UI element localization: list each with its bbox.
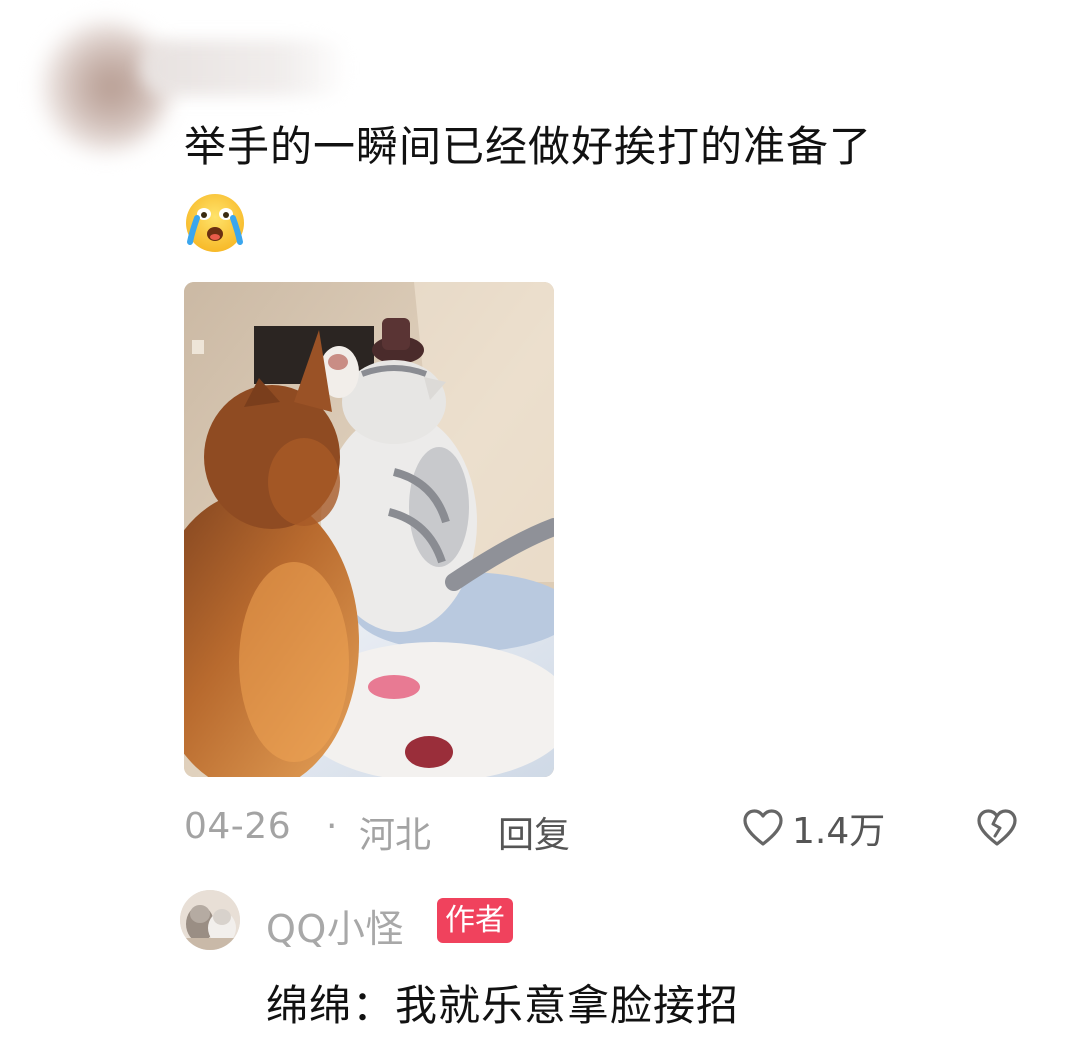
comment-text: 举手的一瞬间已经做好挨打的准备了 xyxy=(184,122,873,171)
like-count: 1.4万 xyxy=(792,811,886,852)
heart-icon xyxy=(743,809,783,846)
like-button[interactable]: 1.4万 xyxy=(740,800,885,856)
crying-face-icon xyxy=(186,194,244,252)
comment-date: 04-26 xyxy=(184,806,292,847)
reply-text: 绵绵：我就乐意拿脸接招 xyxy=(266,981,740,1030)
meta-separator: · xyxy=(326,806,338,847)
reply-button[interactable]: 回复 xyxy=(498,806,570,858)
reply-username[interactable]: QQ小怪 xyxy=(266,898,404,953)
comment-photo[interactable] xyxy=(184,282,554,777)
comment-location: 河北 xyxy=(359,815,432,856)
broken-heart-icon[interactable] xyxy=(974,805,1020,851)
author-badge: 作者 xyxy=(437,898,513,943)
comment-meta-row: 04-26 · 河北 回复 1.4万 xyxy=(184,800,1044,856)
reply-avatar[interactable] xyxy=(180,890,240,950)
blurred-username[interactable] xyxy=(140,40,350,96)
